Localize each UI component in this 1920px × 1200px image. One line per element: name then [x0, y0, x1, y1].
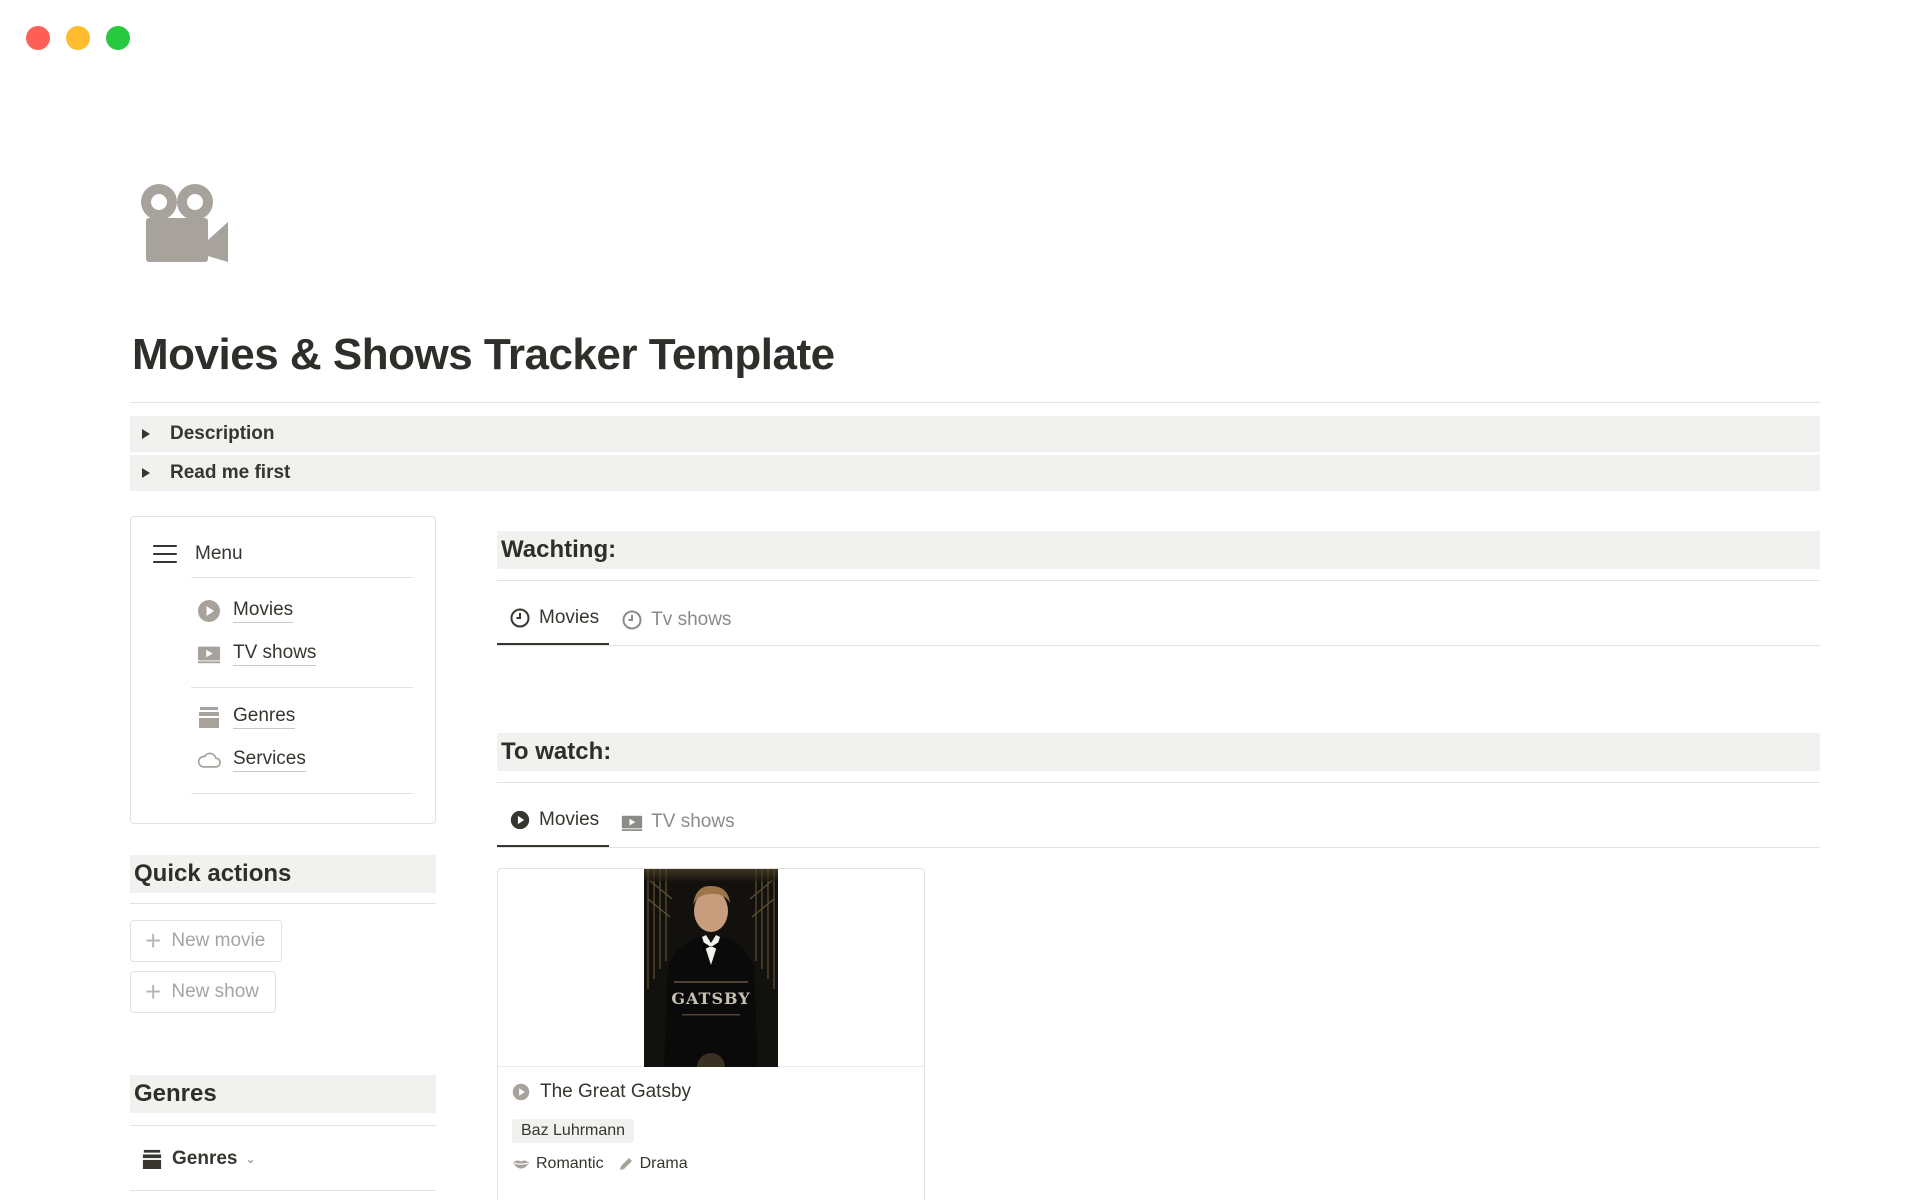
menu-heading-label: Menu — [195, 543, 243, 564]
clock-icon — [621, 609, 643, 631]
new-movie-button[interactable]: + New movie — [130, 920, 283, 962]
movie-camera-icon[interactable] — [138, 180, 234, 264]
watching-heading: Wachting: — [497, 531, 1820, 569]
menu-heading: Menu — [153, 543, 243, 565]
toggle-description[interactable]: Description — [130, 416, 1820, 452]
tab-label: Movies — [539, 607, 600, 628]
toggle-triangle-icon[interactable] — [142, 468, 150, 478]
pen-icon — [619, 1158, 632, 1170]
plus-icon: + — [145, 976, 162, 1007]
menu-item-movies[interactable]: Movies — [197, 599, 294, 623]
to-watch-tabs: Movies TV shows — [497, 809, 745, 847]
hamburger-icon — [153, 545, 177, 563]
menu-item-label[interactable]: Genres — [233, 705, 296, 729]
movie-card[interactable]: GATSBY The Great Gatsby Baz Luhrmann Rom… — [497, 868, 925, 1200]
tab-label: TV shows — [651, 811, 735, 832]
new-show-button[interactable]: + New show — [130, 971, 277, 1013]
tabs-divider — [497, 645, 1820, 646]
archive-box-icon — [142, 1148, 162, 1170]
page-title: Movies & Shows Tracker Template — [132, 330, 835, 379]
genre-tags: Romantic Drama — [512, 1155, 702, 1173]
genre-tag-romantic: Romantic — [512, 1155, 604, 1173]
divider — [191, 793, 413, 794]
divider — [130, 1125, 436, 1126]
tab-to-watch-tv-shows[interactable]: TV shows — [609, 811, 744, 847]
title-divider — [130, 402, 1820, 403]
menu-item-genres[interactable]: Genres — [197, 705, 296, 729]
genre-tag-label: Drama — [639, 1155, 688, 1172]
zoom-window-button[interactable] — [106, 26, 130, 50]
menu-item-label[interactable]: TV shows — [233, 642, 317, 666]
tv-play-icon — [197, 642, 221, 666]
lips-icon — [513, 1160, 529, 1169]
divider — [497, 782, 1820, 783]
play-circle-icon — [197, 599, 221, 623]
movie-poster-image: GATSBY — [644, 869, 778, 1067]
tabs-divider — [497, 847, 1820, 848]
tab-to-watch-movies[interactable]: Movies — [497, 809, 610, 847]
menu-item-label[interactable]: Movies — [233, 599, 294, 623]
button-label: New show — [171, 981, 260, 1002]
genres-heading: Genres — [130, 1075, 436, 1113]
watching-tabs: Movies Tv shows — [497, 607, 741, 645]
close-window-button[interactable] — [26, 26, 50, 50]
divider — [497, 580, 1820, 581]
tv-play-icon — [621, 811, 643, 833]
button-label: New movie — [171, 930, 266, 951]
menu-callout: Menu Movies TV shows Genres Services — [130, 516, 436, 824]
plus-icon: + — [145, 925, 162, 956]
minimize-window-button[interactable] — [66, 26, 90, 50]
toggle-label: Description — [170, 423, 275, 444]
toggle-triangle-icon[interactable] — [142, 429, 150, 439]
menu-item-tv-shows[interactable]: TV shows — [197, 642, 317, 666]
director-tag: Baz Luhrmann — [512, 1119, 635, 1143]
toggle-read-me-first[interactable]: Read me first — [130, 455, 1820, 491]
toggle-label: Read me first — [170, 462, 291, 483]
menu-item-label[interactable]: Services — [233, 748, 306, 772]
play-circle-icon — [509, 809, 531, 831]
tab-label: Tv shows — [651, 609, 732, 630]
menu-item-services[interactable]: Services — [197, 748, 306, 772]
tab-label: Movies — [539, 809, 600, 830]
play-circle-icon — [512, 1083, 530, 1101]
chevron-down-icon: ⌄ — [245, 1152, 256, 1166]
movie-title: The Great Gatsby — [540, 1081, 692, 1102]
divider — [130, 903, 436, 904]
genre-tag-label: Romantic — [536, 1155, 604, 1172]
dropdown-label: Genres — [172, 1148, 238, 1169]
divider — [130, 1190, 436, 1191]
archive-box-icon — [197, 705, 221, 729]
card-title[interactable]: The Great Gatsby — [512, 1081, 691, 1103]
clock-icon — [509, 607, 531, 629]
to-watch-heading: To watch: — [497, 733, 1820, 771]
genres-view-dropdown[interactable]: Genres ⌄ — [142, 1148, 256, 1170]
card-cover: GATSBY — [498, 869, 924, 1067]
tab-watching-tv-shows[interactable]: Tv shows — [609, 609, 741, 645]
divider — [191, 687, 413, 688]
cloud-icon — [197, 748, 221, 772]
genre-tag-drama: Drama — [618, 1155, 688, 1173]
quick-actions-heading: Quick actions — [130, 855, 436, 893]
tab-watching-movies[interactable]: Movies — [497, 607, 610, 645]
divider — [191, 577, 413, 578]
window-controls — [26, 26, 130, 50]
poster-title-text: GATSBY — [671, 989, 750, 1008]
